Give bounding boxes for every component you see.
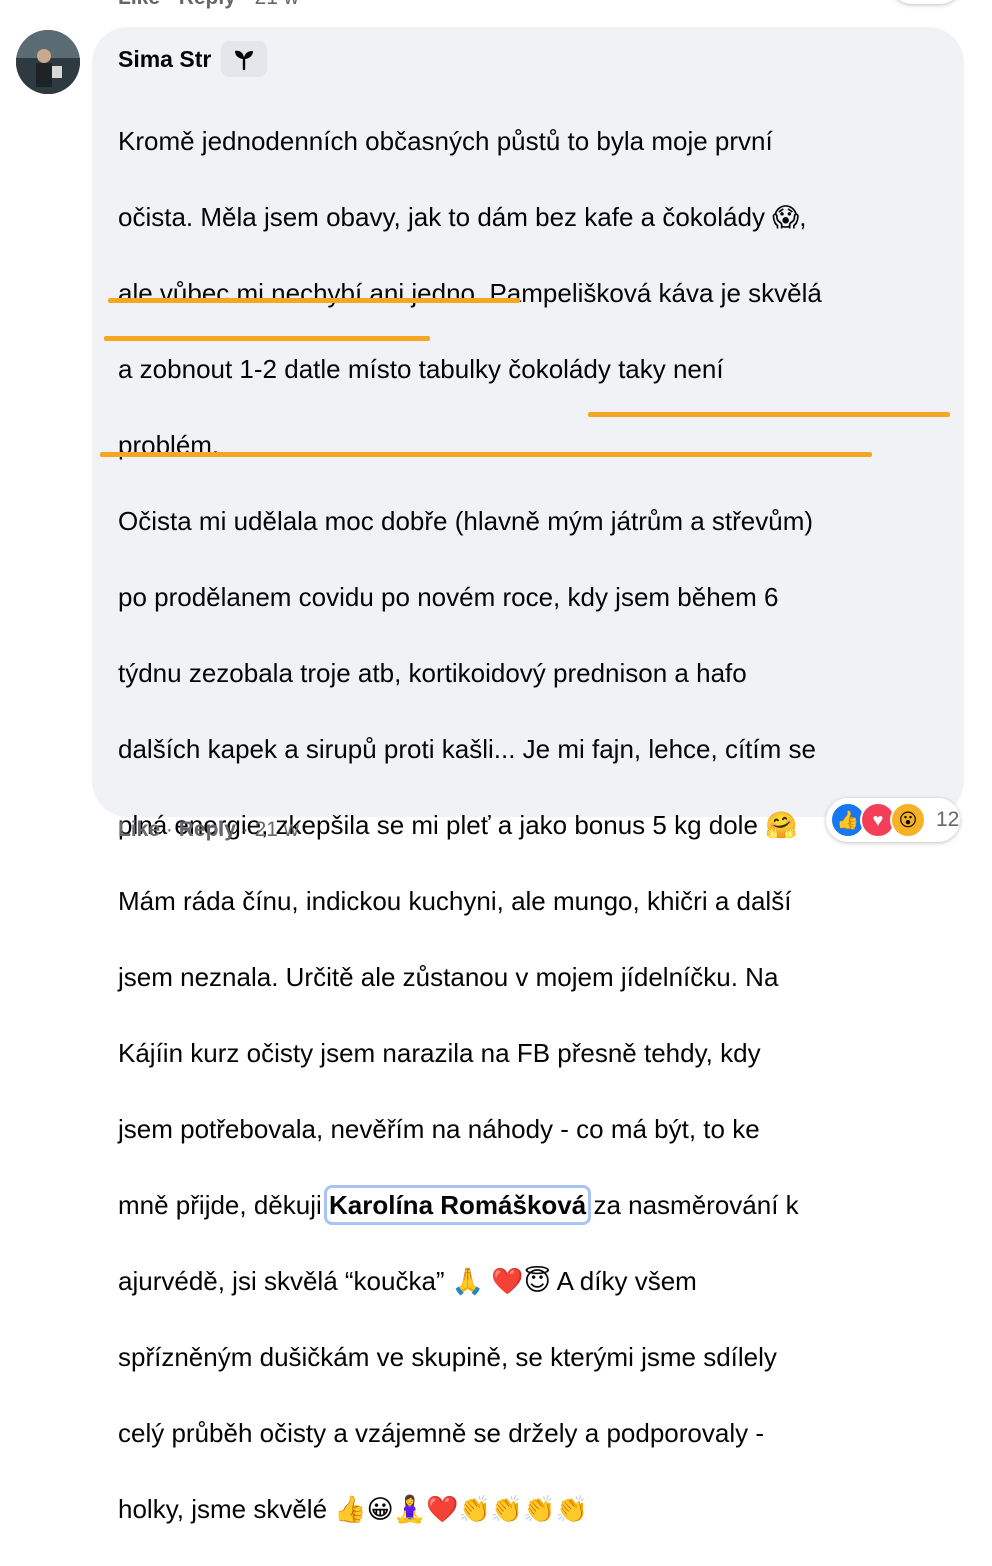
reaction-count: 12 xyxy=(936,808,960,831)
author-name[interactable]: Sima Str xyxy=(118,46,211,73)
comment-header: Sima Str xyxy=(118,41,268,77)
comment-line: problém. xyxy=(118,430,220,460)
comment-line: holky, jsme skvělé 👍😀🧘‍♀️❤️👏👏👏👏 xyxy=(118,1494,588,1524)
comment-line: týdnu zezobala troje atb, kortikoidový p… xyxy=(118,658,747,688)
separator: · xyxy=(241,818,249,841)
comment-line: celý průběh očisty a vzájemně se držely … xyxy=(118,1418,764,1448)
mention-line-before: mně přijde, děkuji xyxy=(118,1190,329,1220)
reply-link[interactable]: Reply xyxy=(179,0,236,9)
highlight-underline xyxy=(104,336,430,341)
sprout-icon[interactable] xyxy=(221,41,268,77)
separator: · xyxy=(165,818,173,841)
comment-line: ale vůbec mi nechybí ani jedno. Pampeliš… xyxy=(118,278,822,308)
comment-line: dalších kapek a sirupů proti kašli... Je… xyxy=(118,734,816,764)
reactions-summary[interactable]: 👍 ♥ 😮 12 xyxy=(826,798,960,842)
comment-actions: Like · Reply · 21 w xyxy=(118,818,299,842)
mention-line-after: za nasměrování k xyxy=(586,1190,799,1220)
previous-reactions-badge[interactable] xyxy=(890,0,962,4)
comment-line: Očista mi udělala moc dobře (hlavně mým … xyxy=(118,506,814,536)
comment-line: spřízněným dušičkám ve skupině, se který… xyxy=(118,1342,777,1372)
comment-line: po prodělanem covidu po novém roce, kdy … xyxy=(118,582,779,612)
highlight-underline xyxy=(108,298,520,303)
timestamp[interactable]: 21 w xyxy=(255,818,299,841)
comment-line: jsem neznala. Určitě ale zůstanou v moje… xyxy=(118,962,779,992)
like-link[interactable]: Like xyxy=(118,0,160,9)
reply-link[interactable]: Reply xyxy=(179,818,236,841)
avatar[interactable] xyxy=(16,30,80,94)
comment-line: jsem potřebovala, nevěřím na náhody - co… xyxy=(118,1114,760,1144)
highlight-underline xyxy=(588,412,950,417)
comment-line: očista. Měla jsem obavy, jak to dám bez … xyxy=(118,202,807,232)
comment-line: ajurvédě, jsi skvělá “koučka” 🙏 ❤️😇 A dí… xyxy=(118,1266,697,1296)
mention-link[interactable]: Karolína Romášková xyxy=(323,1185,592,1225)
like-link[interactable]: Like xyxy=(118,818,160,841)
comment-line: Kájíin kurz očisty jsem narazila na FB p… xyxy=(118,1038,761,1068)
comment-line: Mám ráda čínu, indickou kuchyni, ale mun… xyxy=(118,886,792,916)
wow-icon: 😮 xyxy=(890,802,926,838)
comment-line-mention: mně přijde, děkuji Karolína Romášková za… xyxy=(118,1185,948,1225)
timestamp[interactable]: 21 w xyxy=(255,0,299,9)
comment-line: Kromě jednodenních občasných půstů to by… xyxy=(118,126,773,156)
previous-comment-actions: Like · Reply · 21 w xyxy=(118,0,299,10)
comment-line: a zobnout 1-2 datle místo tabulky čokolá… xyxy=(118,354,724,384)
highlight-underline xyxy=(100,452,872,457)
